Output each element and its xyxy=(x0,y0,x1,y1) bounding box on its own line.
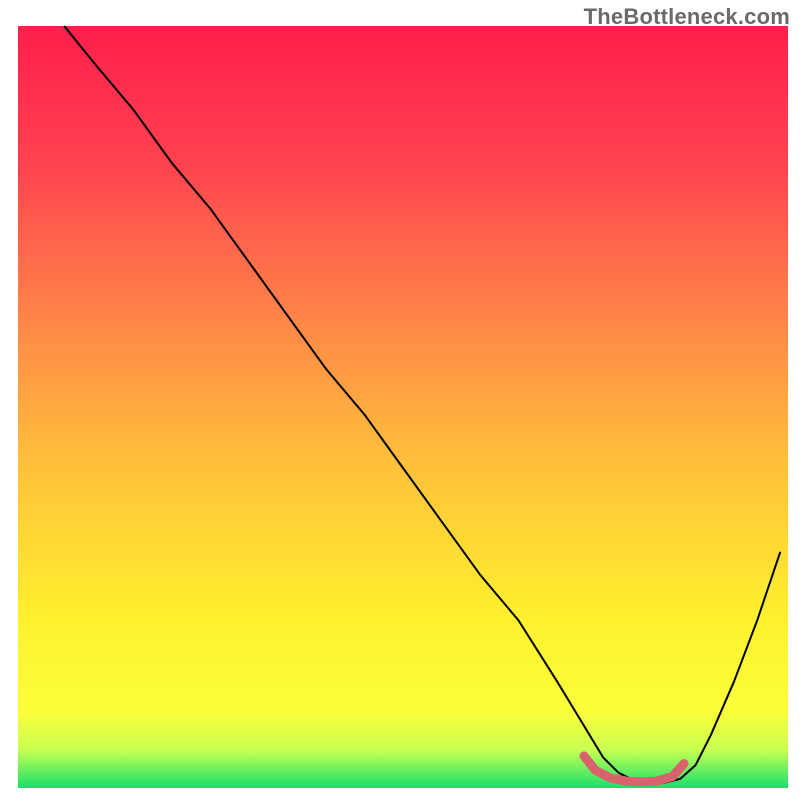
bottleneck-chart xyxy=(0,0,800,800)
watermark-text: TheBottleneck.com xyxy=(584,4,790,30)
gradient-background xyxy=(18,26,788,788)
chart-stage: TheBottleneck.com xyxy=(0,0,800,800)
